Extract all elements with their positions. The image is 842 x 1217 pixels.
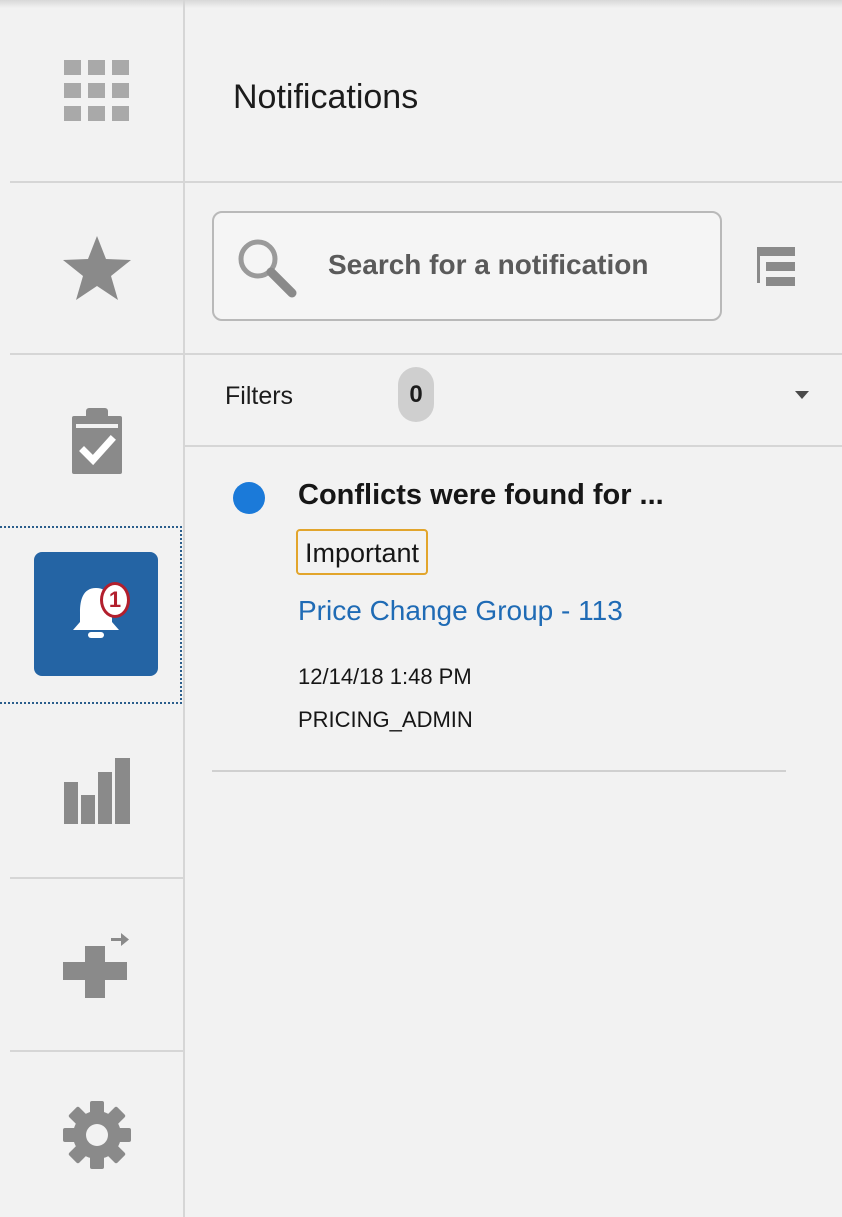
quick-create-icon <box>62 932 131 998</box>
notification-count-badge: 1 <box>100 582 130 618</box>
notification-user: PRICING_ADMIN <box>298 707 473 732</box>
sidebar-item-settings[interactable] <box>10 1052 183 1217</box>
notifications-app: 1 Notifications Search for a notificatio… <box>0 0 842 1217</box>
sidebar: 1 <box>0 0 185 1217</box>
list-view-icon[interactable] <box>757 247 795 292</box>
notifications-panel: Notifications Filters <box>185 0 842 1217</box>
sidebar-item-tasks[interactable] <box>10 355 183 526</box>
sidebar-item-favorites[interactable] <box>10 183 183 355</box>
apps-grid-icon <box>63 59 130 122</box>
filters-count-badge: 0 <box>398 367 434 422</box>
sidebar-item-quick-create[interactable] <box>10 879 183 1052</box>
notification-title[interactable]: Conflicts were found for ... <box>298 479 664 512</box>
notification-timestamp: 12/14/18 1:48 PM <box>298 664 472 689</box>
analytics-bar-chart-icon <box>63 758 130 824</box>
unread-indicator-icon <box>233 482 265 514</box>
notifications-tile: 1 <box>34 552 158 676</box>
tasks-clipboard-icon <box>71 407 123 475</box>
page-title: Notifications <box>233 78 419 116</box>
priority-badge: Important <box>296 529 429 575</box>
settings-gear-icon <box>62 1100 132 1170</box>
sidebar-item-analytics[interactable] <box>10 705 183 879</box>
search-input[interactable] <box>328 245 708 285</box>
sidebar-item-notifications[interactable]: 1 <box>0 526 182 704</box>
search-icon <box>236 237 300 306</box>
sidebar-item-apps[interactable] <box>10 0 183 183</box>
notification-item[interactable]: Conflicts were found for ... Important P… <box>212 462 786 772</box>
filters-divider <box>185 445 842 447</box>
filters-dropdown-toggle[interactable] <box>789 385 825 411</box>
favorites-star-icon <box>62 235 132 301</box>
filters-label[interactable]: Filters <box>225 382 293 411</box>
header-divider <box>185 181 842 183</box>
notification-divider <box>212 770 786 772</box>
notification-link[interactable]: Price Change Group - 113 <box>298 595 623 627</box>
search-box[interactable] <box>212 211 722 321</box>
search-divider <box>185 353 842 355</box>
